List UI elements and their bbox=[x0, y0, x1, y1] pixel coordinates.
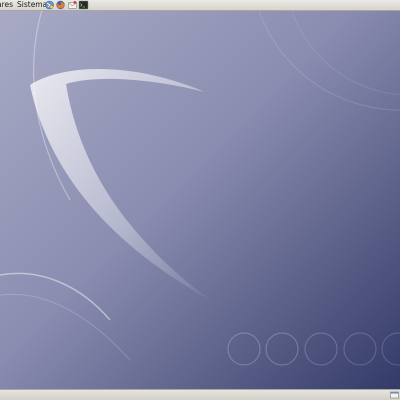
firefox-icon[interactable] bbox=[55, 0, 66, 10]
network-icon[interactable] bbox=[44, 0, 55, 10]
places-menu[interactable]: ares bbox=[0, 0, 13, 10]
top-panel: ares Sistema bbox=[0, 0, 400, 11]
bottom-panel bbox=[0, 389, 400, 400]
desktop-wallpaper bbox=[0, 0, 400, 400]
show-desktop-icon[interactable] bbox=[390, 391, 399, 399]
mail-icon[interactable] bbox=[67, 0, 78, 10]
terminal-icon[interactable] bbox=[78, 0, 89, 10]
system-menu[interactable]: Sistema bbox=[17, 0, 47, 10]
desktop[interactable]: ares Sistema bbox=[0, 0, 400, 400]
